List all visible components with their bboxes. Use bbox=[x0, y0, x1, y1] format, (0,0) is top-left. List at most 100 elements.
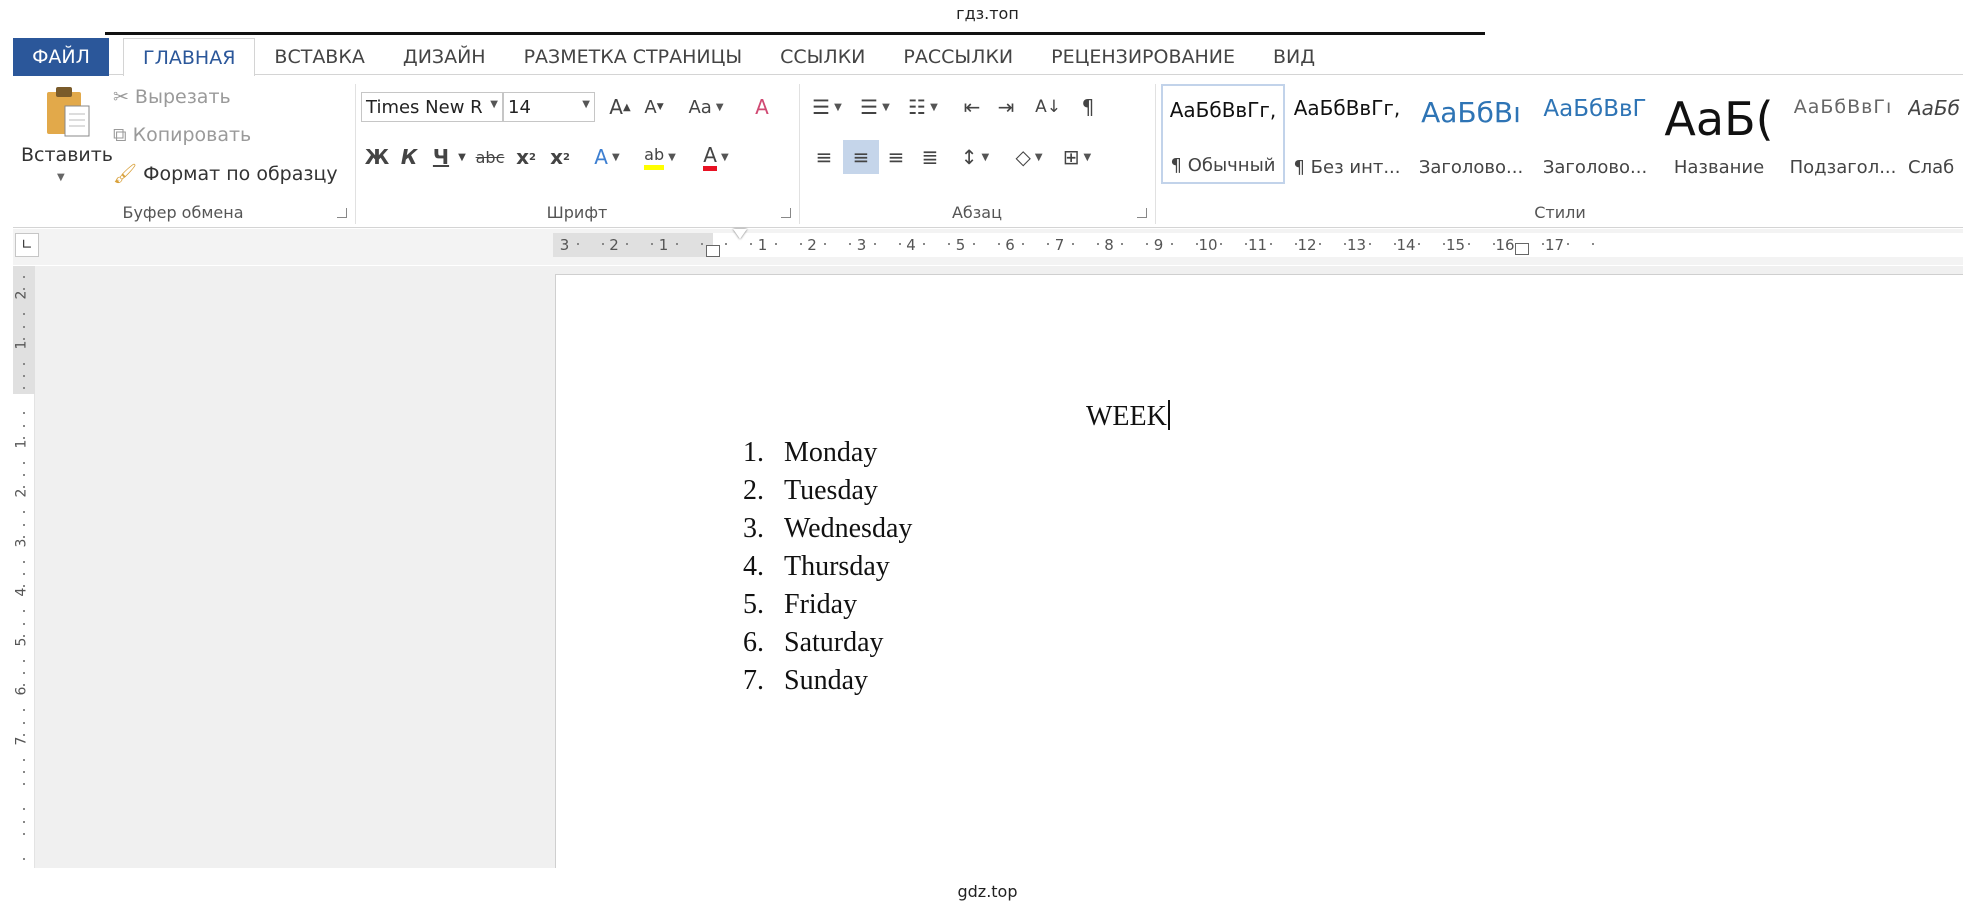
ruler-row: ∟ 3 2 1 1 2 3 4 5 6 7 8 9 10 11 12 13 14 15 16 17 bbox=[13, 229, 1963, 265]
borders-button[interactable]: ⊞ ▼ bbox=[1055, 140, 1099, 174]
style-subtitle[interactable]: АаБбВвГı Подзагол... bbox=[1781, 84, 1905, 184]
list-item[interactable]: 6. Saturday bbox=[726, 627, 912, 665]
list-item[interactable]: 3. Wednesday bbox=[726, 513, 912, 551]
tab-home[interactable]: ГЛАВНАЯ bbox=[123, 38, 256, 77]
ruler-tick bbox=[23, 511, 25, 514]
font-launcher-icon[interactable] bbox=[781, 208, 791, 218]
ruler-tick bbox=[923, 243, 926, 245]
ruler-tick bbox=[824, 243, 827, 245]
tab-view[interactable]: ВИД bbox=[1254, 38, 1334, 76]
copy-icon: ⧉ bbox=[113, 124, 127, 146]
underline-button[interactable]: Ч bbox=[427, 140, 455, 174]
style-title[interactable]: АаБ( Название bbox=[1657, 84, 1781, 184]
line-spacing-button[interactable]: ↕ ▼ bbox=[953, 140, 997, 174]
multilevel-list-button[interactable]: ☷ ▼ bbox=[901, 90, 945, 124]
ruler-tick bbox=[576, 243, 579, 245]
font-size-combo[interactable]: 14 ▼ bbox=[503, 92, 595, 122]
ruler-number: 2 bbox=[13, 290, 30, 300]
document-title[interactable]: WEEK bbox=[1086, 400, 1170, 433]
increase-indent-icon[interactable]: ⇥ bbox=[991, 90, 1021, 124]
tab-stop-selector[interactable]: ∟ bbox=[15, 233, 39, 257]
style-heading-2[interactable]: АаБбВвГ Заголово... bbox=[1533, 84, 1657, 184]
align-center-icon[interactable]: ≡ bbox=[843, 140, 879, 174]
list-item[interactable]: 1. Monday bbox=[726, 437, 912, 475]
ruler-tick bbox=[23, 610, 25, 613]
align-left-icon[interactable]: ≡ bbox=[809, 140, 839, 174]
change-case-button[interactable]: Aa ▼ bbox=[679, 90, 733, 124]
ruler-tick bbox=[1195, 243, 1198, 245]
font-name-combo[interactable]: Times New R ▼ bbox=[361, 92, 503, 122]
watermark-bottom: gdz.top bbox=[957, 882, 1018, 901]
tab-page-layout[interactable]: РАЗМЕТКА СТРАНИЦЫ bbox=[505, 38, 762, 76]
style-name: Заголово... bbox=[1542, 157, 1648, 178]
clear-formatting-icon[interactable]: A bbox=[747, 90, 777, 124]
borders-icon: ⊞ bbox=[1062, 145, 1080, 169]
ruler-tick bbox=[23, 721, 25, 724]
show-formatting-icon[interactable]: ¶ bbox=[1073, 90, 1103, 124]
shading-button[interactable]: ◇ ▼ bbox=[1007, 140, 1051, 174]
underline-dropdown-icon[interactable]: ▼ bbox=[455, 140, 469, 174]
superscript-button[interactable]: x2 bbox=[545, 140, 575, 174]
ribbon-tab-bar: ФАЙЛ ГЛАВНАЯ ВСТАВКА ДИЗАЙН РАЗМЕТКА СТР… bbox=[13, 35, 1963, 77]
style-no-spacing[interactable]: АаБбВвГг, ¶ Без инт... bbox=[1285, 84, 1409, 184]
ruler-tick bbox=[1566, 243, 1569, 245]
highlight-button[interactable]: ab ▼ bbox=[635, 140, 685, 174]
sort-icon[interactable]: A↓ bbox=[1033, 90, 1063, 124]
paste-icon bbox=[47, 87, 90, 137]
font-color-button[interactable]: A ▼ bbox=[691, 140, 741, 174]
format-painter-button[interactable]: 🖌 Формат по образцу bbox=[113, 162, 338, 186]
copy-button[interactable]: ⧉ Копировать bbox=[113, 124, 251, 146]
strikethrough-button[interactable]: abc bbox=[473, 140, 507, 174]
list-item[interactable]: 7. Sunday bbox=[726, 665, 912, 703]
ruler-tick bbox=[700, 243, 703, 245]
list-item[interactable]: 4. Thursday bbox=[726, 551, 912, 589]
ruler-number: 7 bbox=[13, 736, 30, 745]
ruler-number: 8 bbox=[1104, 236, 1114, 254]
grow-font-button[interactable]: A ▲ bbox=[605, 90, 635, 124]
font-size-value: 14 bbox=[508, 96, 531, 118]
ruler-tick bbox=[1170, 243, 1173, 245]
ruler-number: 3 bbox=[559, 236, 570, 254]
ruler-tick bbox=[23, 436, 25, 439]
ruler-tick bbox=[23, 276, 25, 278]
numbering-button[interactable]: ☰ ▼ bbox=[853, 90, 897, 124]
vertical-ruler[interactable]: 2 1 1 2 3 4 5 6 7 bbox=[13, 266, 35, 868]
paste-dropdown-icon[interactable]: ▼ bbox=[57, 172, 65, 183]
tab-design[interactable]: ДИЗАЙН bbox=[384, 38, 505, 76]
ruler-tick bbox=[1418, 243, 1421, 245]
document-page[interactable]: WEEK 1. Monday 2. Tuesday 3. Wednesday 4. Thurs… bbox=[555, 274, 1963, 868]
style-preview: АаБб bbox=[1908, 96, 1960, 120]
cut-button[interactable]: ✂ Вырезать bbox=[113, 86, 231, 108]
tab-references[interactable]: ССЫЛКИ bbox=[761, 38, 884, 76]
align-right-icon[interactable]: ≡ bbox=[881, 140, 911, 174]
paragraph-launcher-icon[interactable] bbox=[1137, 208, 1147, 218]
bullets-button[interactable]: ☰ ▼ bbox=[805, 90, 849, 124]
paint-bucket-icon: ◇ bbox=[1015, 145, 1031, 169]
ruler-number: 17 bbox=[1544, 236, 1565, 254]
bold-button[interactable]: Ж bbox=[363, 140, 391, 174]
list-item[interactable]: 2. Tuesday bbox=[726, 475, 912, 513]
style-name: ¶ Без инт... bbox=[1293, 157, 1401, 178]
style-normal[interactable]: АаБбВвГг, ¶ Обычный bbox=[1161, 84, 1285, 184]
justify-icon[interactable]: ≣ bbox=[915, 140, 945, 174]
tab-review[interactable]: РЕЦЕНЗИРОВАНИЕ bbox=[1032, 38, 1254, 76]
style-subtle-emphasis[interactable]: АаБб Слаб bbox=[1905, 84, 1963, 184]
ruler-tick bbox=[972, 243, 975, 245]
subscript-button[interactable]: x2 bbox=[511, 140, 541, 174]
text-effects-button[interactable]: A ▼ bbox=[585, 140, 629, 174]
clipboard-launcher-icon[interactable] bbox=[337, 208, 347, 218]
style-heading-1[interactable]: АаБбВı Заголово... bbox=[1409, 84, 1533, 184]
styles-gallery: АаБбВвГг, ¶ Обычный АаБбВвГг, ¶ Без инт.… bbox=[1161, 84, 1963, 190]
shrink-font-button[interactable]: A ▼ bbox=[639, 90, 669, 124]
tab-mailings[interactable]: РАССЫЛКИ bbox=[884, 38, 1032, 76]
tab-insert[interactable]: ВСТАВКА bbox=[255, 38, 383, 76]
list-item[interactable]: 5. Friday bbox=[726, 589, 912, 627]
paste-label: Вставить bbox=[21, 144, 114, 166]
italic-button[interactable]: К bbox=[395, 140, 423, 174]
decrease-indent-icon[interactable]: ⇤ bbox=[957, 90, 987, 124]
ruler-tick bbox=[1467, 243, 1470, 245]
tab-file[interactable]: ФАЙЛ bbox=[13, 38, 109, 76]
horizontal-ruler[interactable]: 3 2 1 1 2 3 4 5 6 7 8 9 10 11 12 13 14 15 16 17 bbox=[553, 229, 1963, 257]
ruler-tick bbox=[23, 684, 25, 687]
text-cursor bbox=[1167, 400, 1170, 430]
